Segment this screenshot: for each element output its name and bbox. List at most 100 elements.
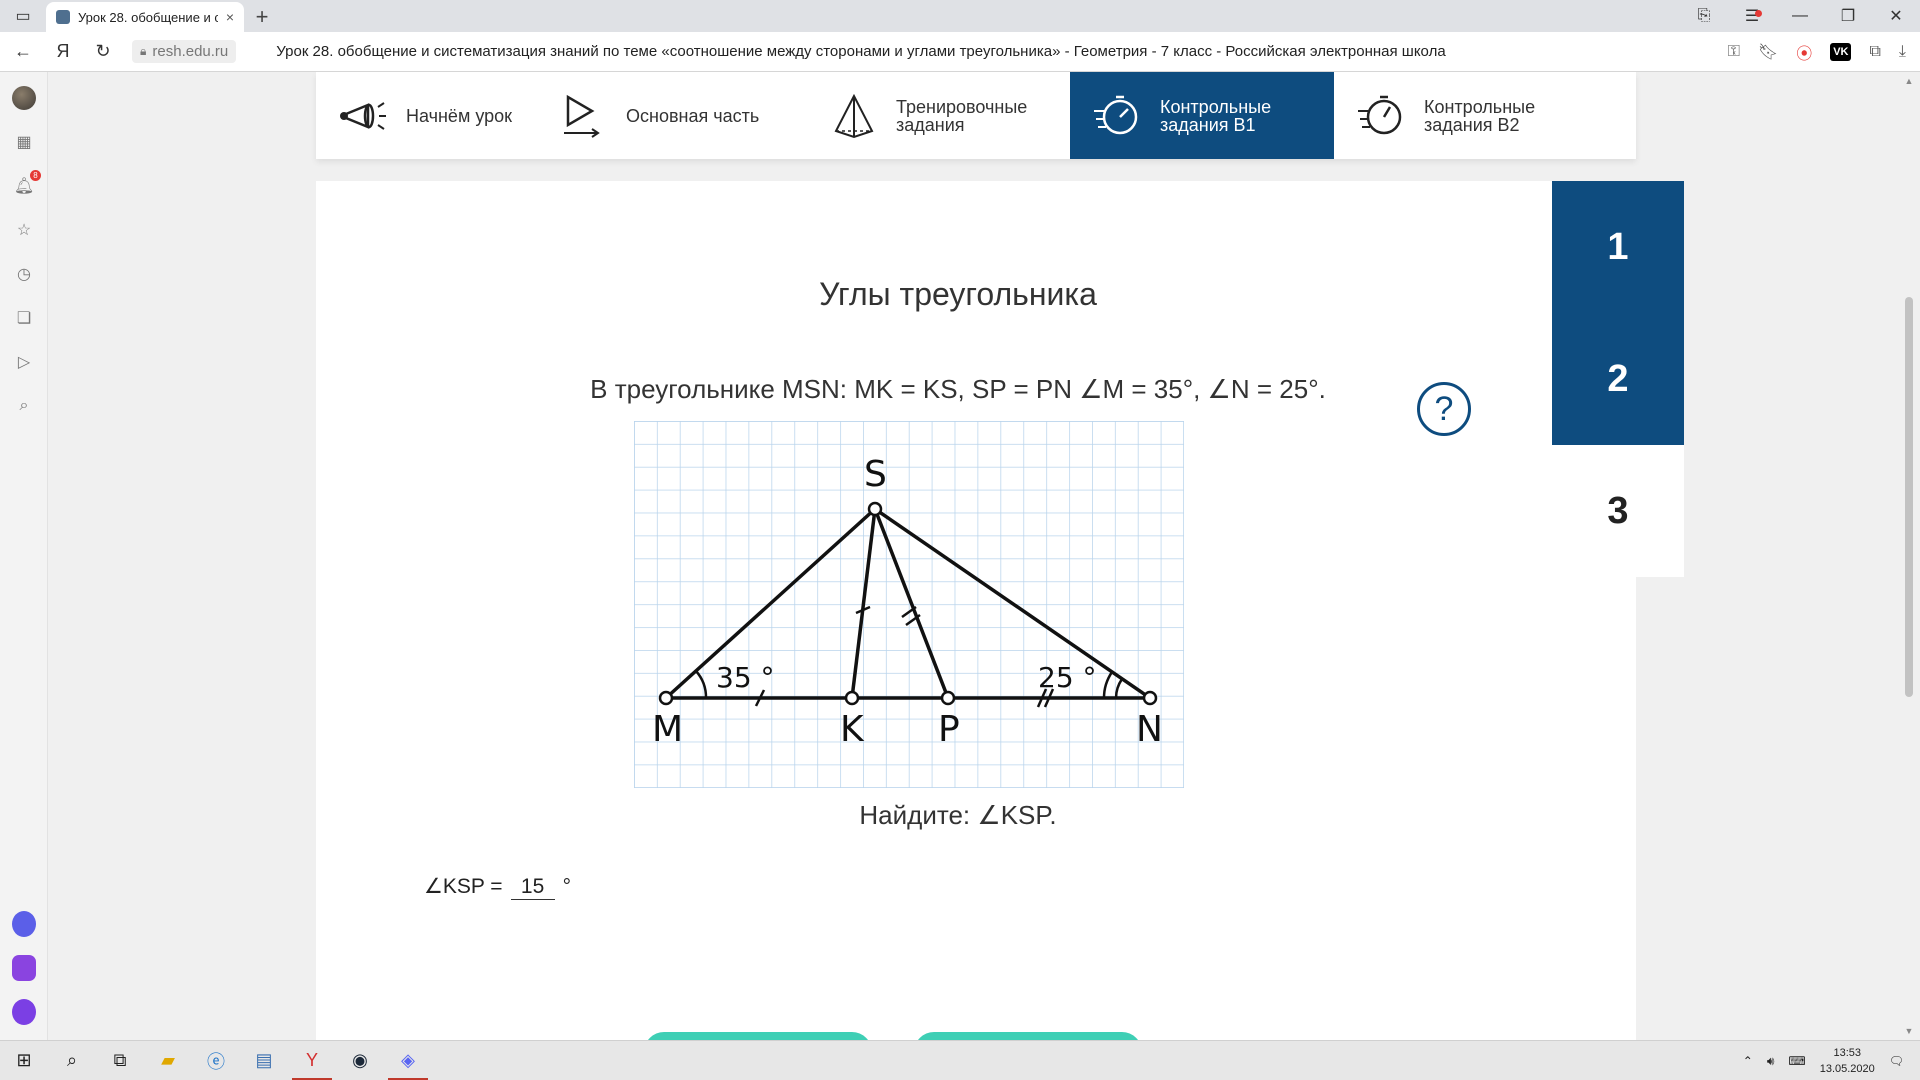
check-button[interactable] xyxy=(644,1032,872,1040)
collections-icon[interactable]: ⧉ xyxy=(1869,43,1880,61)
answer-unit: ° xyxy=(562,875,571,898)
bookmark-icon[interactable]: 🔖︎ xyxy=(1758,42,1778,62)
scroll-down-icon[interactable]: ▼ xyxy=(1898,1026,1920,1036)
label-angle-n: 25 ° xyxy=(1038,661,1097,694)
timer-icon xyxy=(1094,95,1138,134)
tab-close-icon[interactable]: × xyxy=(226,9,234,25)
answer-row: ∠KSP = 15 ° xyxy=(424,874,571,900)
address-bar: ← Я ↻ 🔒︎ resh.edu.ru Урок 28. обобщение … xyxy=(0,32,1920,72)
new-tab-button[interactable]: + xyxy=(244,2,280,32)
clock-date: 13.05.2020 xyxy=(1819,1063,1875,1075)
restore-icon[interactable]: ❐ xyxy=(1824,6,1872,26)
windows-start-icon[interactable]: ⊞ xyxy=(0,1041,48,1080)
task-view-icon[interactable]: ⧉ xyxy=(96,1041,144,1080)
key-icon[interactable]: ⚿ xyxy=(1728,43,1740,61)
url-domain[interactable]: 🔒︎ resh.edu.ru xyxy=(132,40,237,63)
action-center-icon[interactable]: 🗨︎ xyxy=(1889,1054,1904,1068)
menu-icon[interactable]: ☰ xyxy=(1728,6,1776,26)
label-k: K xyxy=(840,709,865,750)
tray-chevron-up-icon[interactable]: ⌃ xyxy=(1743,1054,1753,1068)
label-n: N xyxy=(1136,709,1163,750)
scroll-up-icon[interactable]: ▲ xyxy=(1898,76,1920,86)
page-scrollbar[interactable]: ▲ ▼ xyxy=(1898,72,1920,1040)
next-button[interactable] xyxy=(914,1032,1142,1040)
vertex-m xyxy=(658,690,674,706)
nav-control-tasks-b2[interactable]: Контрольные задания В2 xyxy=(1334,72,1594,159)
task-number-3[interactable]: 3 xyxy=(1552,445,1684,577)
nav-training-tasks[interactable]: Тренировочные задания xyxy=(806,72,1070,159)
grid-background xyxy=(634,421,1184,788)
megaphone-icon xyxy=(340,101,386,130)
language-indicator[interactable]: ⌨ xyxy=(1788,1054,1805,1068)
page-content: Начнём урок Основная часть Тренировочные… xyxy=(48,72,1898,1040)
yandex-home-icon[interactable]: Я xyxy=(46,41,80,62)
nav-main-part-label: Основная часть xyxy=(626,105,760,126)
browser-tab-bar: ▭ Урок 28. обобщение и с × + ⎘ ☰ — ❐ ✕ xyxy=(0,0,1920,32)
lens-search-icon[interactable]: ⌕ xyxy=(12,394,36,418)
lock-icon: 🔒︎ xyxy=(140,44,147,58)
task-title: Углы треугольника xyxy=(819,276,1097,312)
label-s: S xyxy=(864,454,887,495)
discord-icon[interactable]: ◈ xyxy=(384,1041,432,1080)
favorites-star-icon[interactable]: ☆ xyxy=(12,218,36,242)
vertex-s xyxy=(867,501,883,517)
volume-icon[interactable]: 🔊︎ xyxy=(1767,1054,1775,1069)
nav-start-lesson[interactable]: Начнём урок xyxy=(316,72,536,159)
window-controls: ⎘ ☰ — ❐ ✕ xyxy=(1680,0,1920,32)
nav-training-tasks-label: Тренировочные задания xyxy=(896,96,1028,135)
video-play-icon[interactable]: ▷ xyxy=(12,350,36,374)
reload-icon[interactable]: ↻ xyxy=(86,41,120,62)
system-clock[interactable]: 13:53 13.05.2020 xyxy=(1820,1045,1875,1077)
edge-icon[interactable]: ⓔ xyxy=(192,1041,240,1080)
task-find-text: Найдите: ∠KSP. xyxy=(859,800,1057,830)
services-grid-icon[interactable]: ▦ xyxy=(12,130,36,154)
alice-app-icon[interactable] xyxy=(12,911,36,937)
system-tray: ⌃ 🔊︎ ⌨ 13:53 13.05.2020 🗨︎ xyxy=(1743,1041,1920,1080)
vertex-k xyxy=(844,690,860,706)
messenger-app-icon[interactable] xyxy=(12,955,36,981)
radio-icon[interactable]: ⦿ xyxy=(1796,40,1812,64)
vertex-n xyxy=(1142,690,1158,706)
nav-control-tasks-b1[interactable]: Контрольные задания В1 xyxy=(1070,72,1334,159)
file-explorer-icon[interactable]: ▰ xyxy=(144,1041,192,1080)
page-title[interactable]: Урок 28. обобщение и систематизация знан… xyxy=(276,43,1445,60)
assistant-app-icon[interactable] xyxy=(12,999,36,1025)
steam-icon[interactable]: ◉ xyxy=(336,1041,384,1080)
notification-badge: 8 xyxy=(30,170,41,181)
yandex-browser-icon[interactable]: Y xyxy=(288,1041,336,1080)
label-p: P xyxy=(938,709,960,750)
nav-control-tasks-b2-label: Контрольные задания В2 xyxy=(1424,96,1536,135)
vk-icon[interactable]: VK xyxy=(1830,43,1852,61)
download-icon[interactable]: ⤓ xyxy=(1899,43,1906,61)
address-bar-icons: ⚿ 🔖︎ ⦿ VK ⧉ ⤓ xyxy=(1728,32,1920,72)
vertex-p xyxy=(940,690,956,706)
history-clock-icon[interactable]: ◷ xyxy=(12,262,36,286)
browser-sidebar: ▦ 🔔︎ 8 ☆ ◷ ❏ ▷ ⌕ xyxy=(0,72,48,1040)
sidebar-toggle-icon[interactable]: ▭ xyxy=(0,0,46,32)
minimize-icon[interactable]: — xyxy=(1776,7,1824,25)
tab-favicon-icon xyxy=(56,10,70,24)
browser-tab[interactable]: Урок 28. обобщение и с × xyxy=(46,2,244,32)
nav-main-part[interactable]: Основная часть xyxy=(536,72,806,159)
back-icon[interactable]: ← xyxy=(6,41,40,62)
collections-icon[interactable]: ❏ xyxy=(12,306,36,330)
lesson-navigation: Начнём урок Основная часть Тренировочные… xyxy=(316,72,1636,159)
nav-control-tasks-b1-label: Контрольные задания В1 xyxy=(1160,96,1272,135)
bookmarks-icon[interactable]: ⎘ xyxy=(1680,7,1728,25)
answer-label: ∠KSP = xyxy=(424,875,503,898)
scrollbar-thumb[interactable] xyxy=(1905,297,1913,697)
domain-text: resh.edu.ru xyxy=(152,43,229,60)
menu-notification-dot xyxy=(1755,10,1762,17)
notifications-bell-icon[interactable]: 🔔︎ 8 xyxy=(12,170,41,198)
answer-input[interactable]: 15 xyxy=(510,875,555,900)
profile-avatar[interactable] xyxy=(12,86,36,110)
help-button[interactable]: ? xyxy=(1417,382,1471,436)
messenger-icon xyxy=(12,955,36,981)
taskbar-search-icon[interactable]: ⌕ xyxy=(48,1041,96,1080)
close-window-icon[interactable]: ✕ xyxy=(1872,6,1920,26)
label-angle-m: 35 ° xyxy=(716,661,775,694)
alice-icon xyxy=(12,911,36,937)
task-condition: В треугольнике MSN: MK = KS, SP = PN ∠M … xyxy=(590,374,1326,404)
network-app-icon[interactable]: ▤ xyxy=(240,1041,288,1080)
avatar xyxy=(12,86,36,110)
